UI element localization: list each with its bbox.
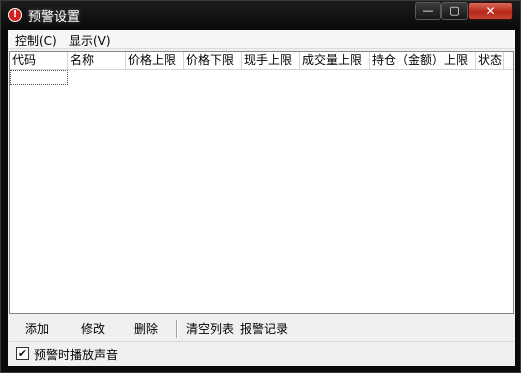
list-header: 代码 名称 价格上限 价格下限 现手上限 成交量上限 持仓（金额）上限 状态: [10, 52, 513, 70]
column-header-current-volume-upper[interactable]: 现手上限: [242, 52, 300, 70]
options-bar: ✔ 预警时播放声音: [9, 341, 514, 365]
edit-button[interactable]: 修改: [77, 319, 109, 340]
menu-view[interactable]: 显示(V): [69, 32, 111, 49]
alert-log-button[interactable]: 报警记录: [238, 319, 290, 340]
column-header-price-lower[interactable]: 价格下限: [184, 52, 242, 70]
close-button[interactable]: ✕: [468, 2, 513, 20]
column-header-status[interactable]: 状态: [476, 52, 504, 70]
client-area: 控制(C) 显示(V) 代码 名称 价格上限 价格下限 现手上限 成交量上限 持…: [8, 30, 515, 366]
delete-button[interactable]: 删除: [130, 319, 162, 340]
title-bar[interactable]: ! 预警设置 — ▢ ✕: [1, 1, 520, 30]
alert-list[interactable]: 代码 名称 价格上限 价格下限 现手上限 成交量上限 持仓（金额）上限 状态: [9, 51, 514, 314]
alert-icon: !: [8, 8, 22, 22]
column-header-position-upper[interactable]: 持仓（金额）上限: [370, 52, 476, 70]
play-sound-checkbox[interactable]: ✔: [16, 347, 29, 360]
column-header-volume-upper[interactable]: 成交量上限: [300, 52, 370, 70]
play-sound-label[interactable]: 预警时播放声音: [34, 346, 118, 363]
clear-list-button[interactable]: 清空列表: [184, 319, 236, 340]
menu-bar: 控制(C) 显示(V): [8, 30, 515, 49]
focus-cell[interactable]: [10, 70, 68, 85]
alert-settings-window: ! 预警设置 — ▢ ✕ 控制(C) 显示(V) 代码 名称 价格上限 价格下限…: [0, 0, 521, 373]
menu-control[interactable]: 控制(C): [15, 32, 57, 49]
window-title: 预警设置: [28, 10, 81, 25]
maximize-button[interactable]: ▢: [441, 2, 468, 20]
add-button[interactable]: 添加: [21, 319, 53, 340]
column-header-name[interactable]: 名称: [68, 52, 126, 70]
column-header-code[interactable]: 代码: [10, 52, 68, 70]
minimize-button[interactable]: —: [415, 2, 441, 20]
checkmark-icon: ✔: [17, 347, 28, 360]
column-header-price-upper[interactable]: 价格上限: [126, 52, 184, 70]
toolbar-separator: [176, 320, 178, 338]
action-toolbar: 添加 修改 删除 清空列表 报警记录: [9, 319, 514, 341]
